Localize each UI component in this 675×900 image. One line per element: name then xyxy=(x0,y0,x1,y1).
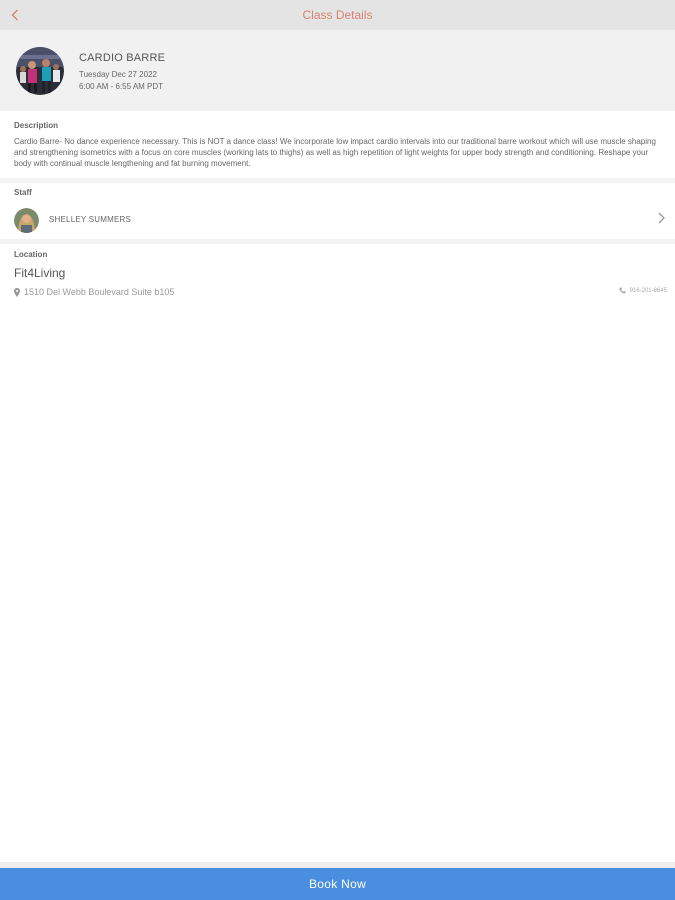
class-image xyxy=(16,47,64,95)
staff-name: SHELLEY SUMMERS xyxy=(49,215,131,224)
chevron-right-icon xyxy=(658,212,665,224)
back-button[interactable] xyxy=(4,3,26,27)
map-pin-icon xyxy=(14,287,20,297)
description-text: Cardio Barre- No dance experience necess… xyxy=(14,137,656,168)
class-date: Tuesday Dec 27 2022 xyxy=(79,70,157,79)
location-phone[interactable]: 916-201-8645 xyxy=(619,287,667,294)
location-address[interactable]: 1510 Del Webb Boulevard Suite b105 xyxy=(14,287,174,297)
staff-avatar xyxy=(14,208,39,233)
class-name: CARDIO BARRE xyxy=(79,52,166,64)
divider xyxy=(0,178,675,183)
nav-bar: Class Details xyxy=(0,0,675,30)
staff-label: Staff xyxy=(14,188,32,197)
description-label: Description xyxy=(14,121,59,130)
class-header: CARDIO BARRE Tuesday Dec 27 2022 6:00 AM… xyxy=(0,30,675,111)
phone-text: 916-201-8645 xyxy=(629,287,667,294)
divider xyxy=(0,239,675,244)
page-title: Class Details xyxy=(302,8,373,22)
location-label: Location xyxy=(14,250,48,259)
book-now-button[interactable]: Book Now xyxy=(0,868,675,900)
location-name[interactable]: Fit4Living xyxy=(14,266,65,280)
address-text: 1510 Del Webb Boulevard Suite b105 xyxy=(24,287,175,297)
chevron-left-icon[interactable] xyxy=(11,9,19,21)
phone-icon xyxy=(619,287,626,294)
staff-row[interactable]: SHELLEY SUMMERS xyxy=(0,203,675,237)
class-time: 6:00 AM - 6:55 AM PDT xyxy=(79,82,164,91)
